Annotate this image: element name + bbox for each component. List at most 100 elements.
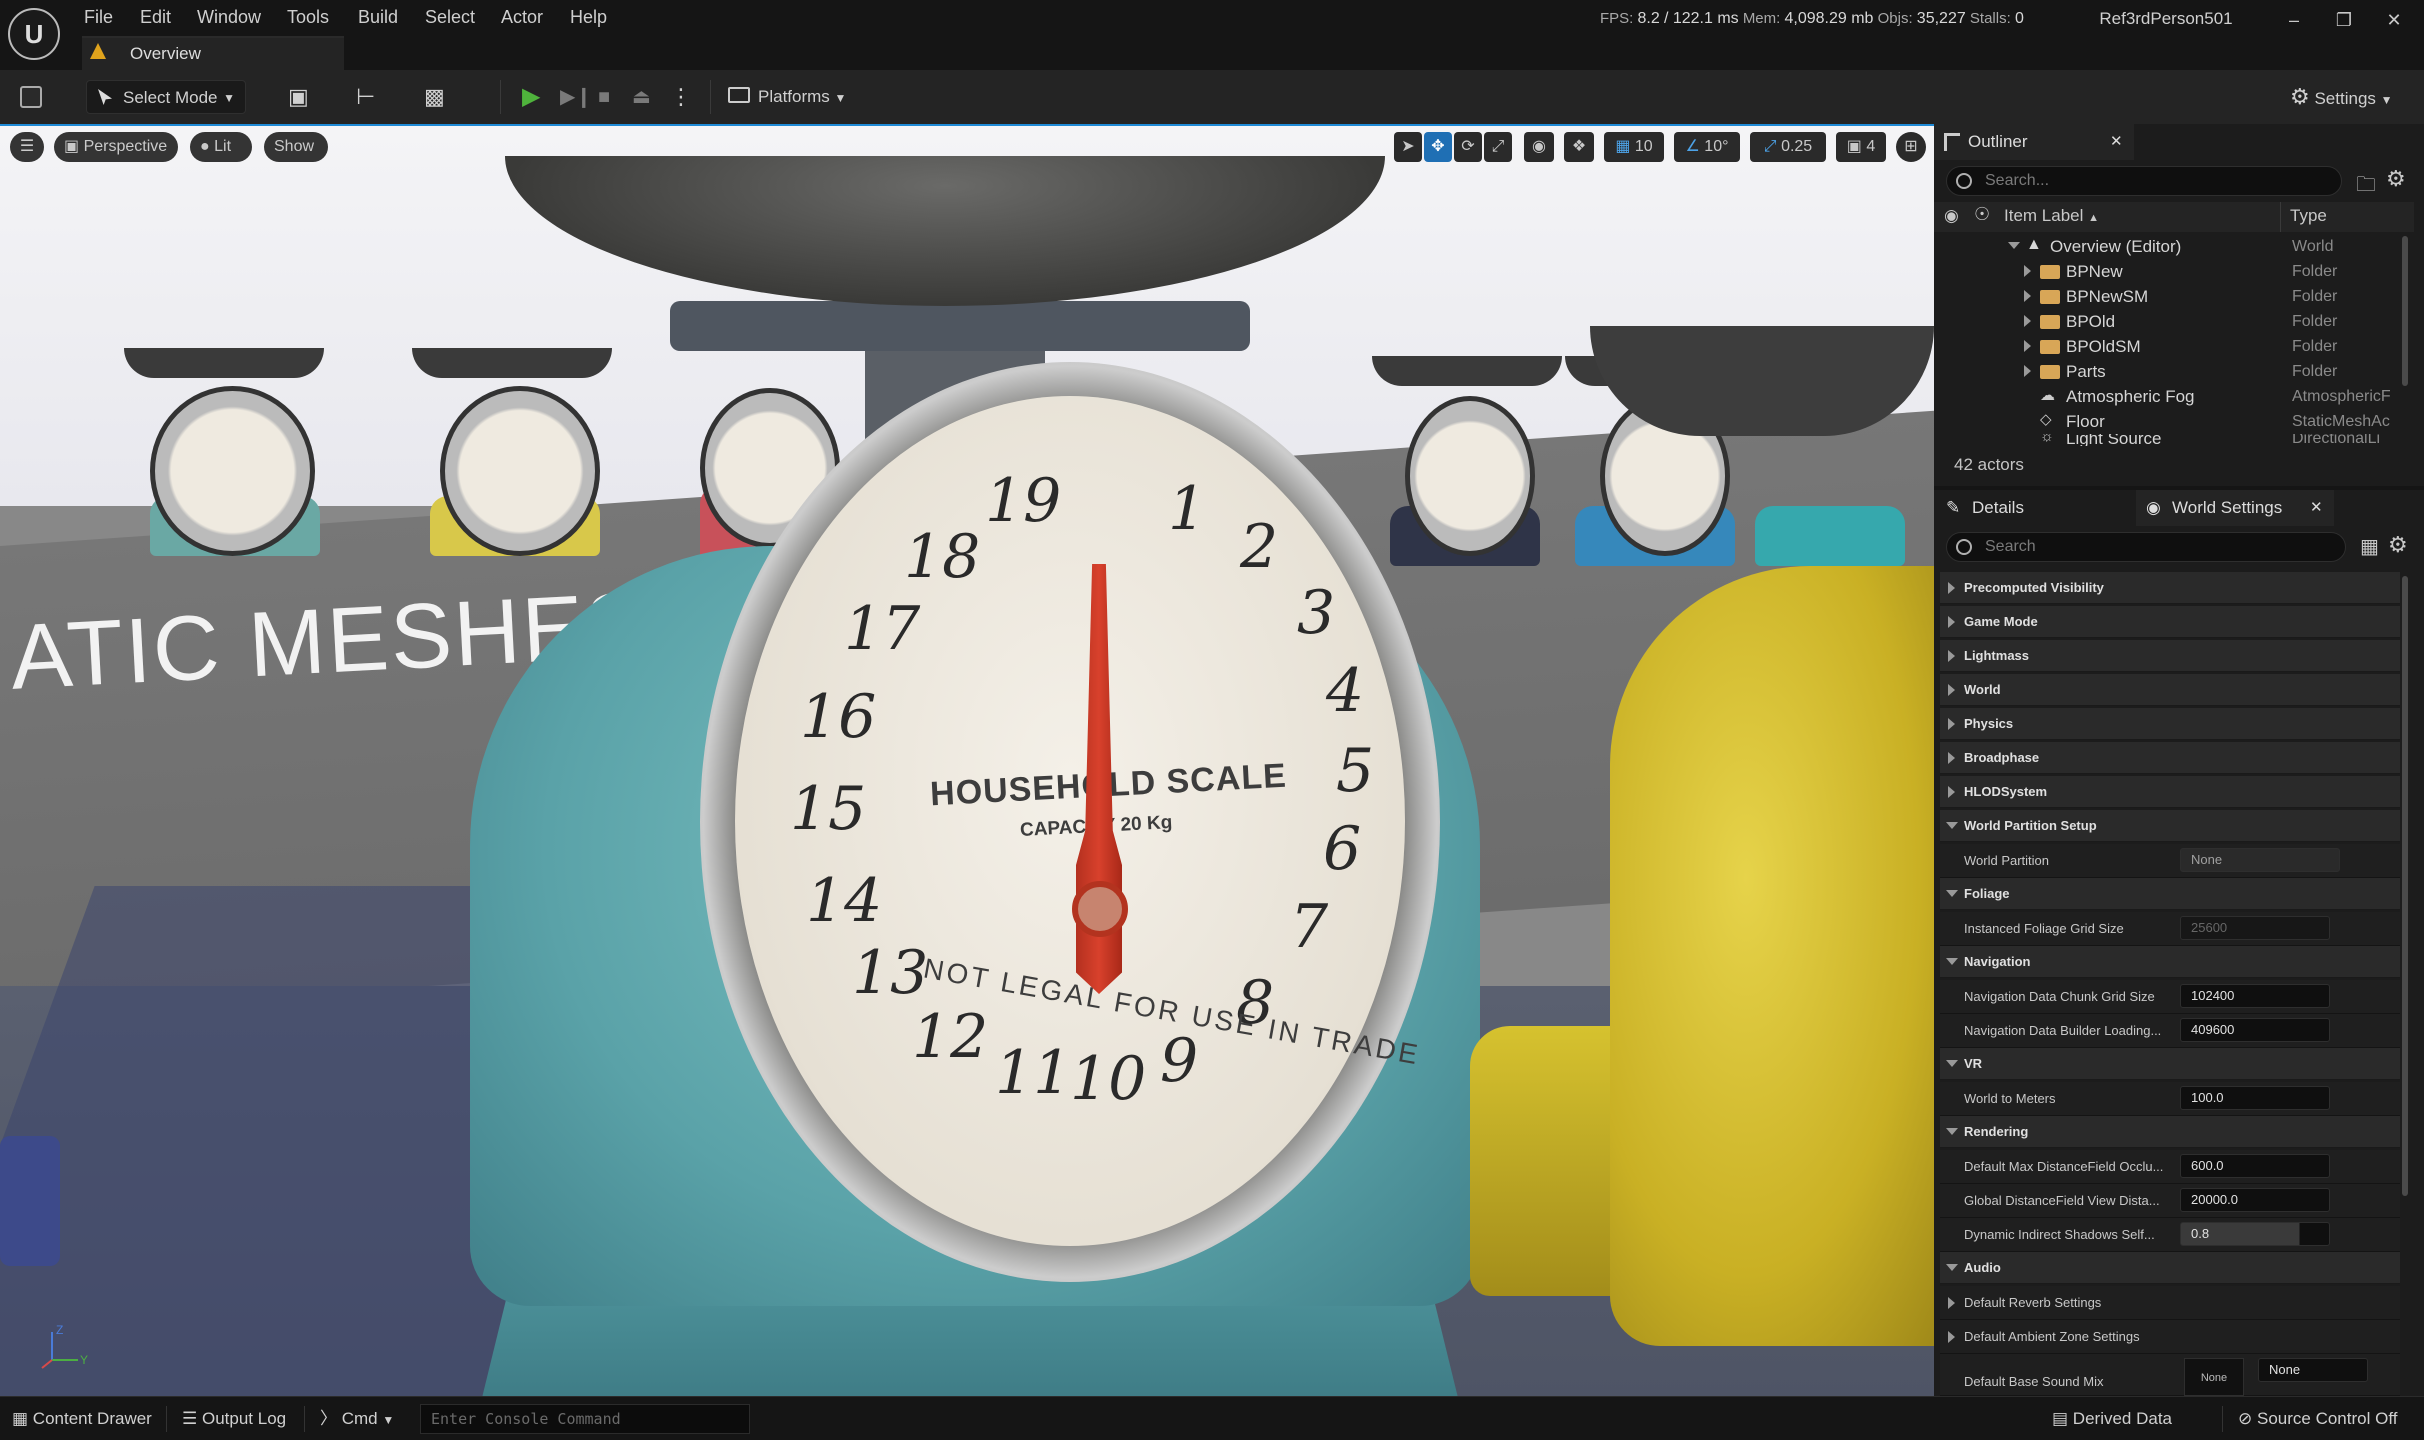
df-view-distance-input[interactable]: 20000.0 — [2180, 1188, 2330, 1212]
category-world[interactable]: World — [1940, 674, 2400, 706]
outliner-search-input[interactable]: Search... — [1946, 166, 2342, 196]
outliner-row-folder[interactable]: BPOldSM — [2066, 334, 2141, 359]
unreal-logo-icon[interactable]: U — [8, 8, 60, 60]
rotation-snap-button[interactable]: ∠ 10° — [1674, 132, 1740, 162]
blueprints-button[interactable]: ⊢ — [356, 80, 404, 114]
advance-frame-button[interactable]: ▶❙ — [560, 80, 592, 114]
menu-tools[interactable]: Tools — [287, 4, 329, 30]
category-physics[interactable]: Physics — [1940, 708, 2400, 740]
menu-build[interactable]: Build — [358, 4, 398, 30]
mini-scale-pan[interactable] — [124, 348, 324, 378]
tab-outliner[interactable]: Outliner ✕ — [1934, 124, 2134, 160]
mini-scale-dial[interactable] — [1405, 396, 1535, 556]
outliner-row-actor[interactable]: Atmospheric Fog — [2066, 384, 2195, 409]
cinematics-button[interactable]: ▩ — [424, 80, 474, 114]
surface-snap-button[interactable]: ❖ — [1564, 132, 1594, 162]
sound-mix-thumbnail[interactable]: None — [2184, 1358, 2244, 1396]
derived-data-button[interactable]: ▤ Derived Data — [2052, 1406, 2172, 1432]
expand-arrow-icon[interactable] — [2024, 315, 2031, 327]
add-folder-icon[interactable]: 🗀 — [2356, 170, 2376, 204]
pin-icon[interactable]: ☉ — [1974, 204, 1990, 225]
platforms-dropdown[interactable]: Platforms ▼ — [728, 80, 858, 114]
rotate-tool-button[interactable]: ⟳ — [1454, 132, 1482, 162]
outliner-row-folder[interactable]: Parts — [2066, 359, 2106, 384]
outliner-row-folder[interactable]: BPNew — [2066, 259, 2123, 284]
mini-scale-pan[interactable] — [412, 348, 612, 378]
lighting-mode-button[interactable]: ● Lit — [190, 132, 252, 162]
content-drawer-button[interactable]: ▦ Content Drawer — [12, 1406, 152, 1432]
output-log-button[interactable]: ☰ Output Log — [182, 1406, 286, 1432]
menu-edit[interactable]: Edit — [140, 4, 171, 30]
column-divider[interactable] — [2280, 202, 2281, 232]
category-lightmass[interactable]: Lightmass — [1940, 640, 2400, 672]
select-tool-button[interactable]: ➤ — [1394, 132, 1422, 162]
show-flags-button[interactable]: Show — [264, 132, 328, 162]
outliner-row-actor[interactable]: Light Source — [2066, 434, 2161, 446]
collapse-arrow-icon[interactable] — [2008, 242, 2020, 249]
nav-chunk-grid-size-input[interactable]: 102400 — [2180, 984, 2330, 1008]
world-to-meters-input[interactable]: 100.0 — [2180, 1086, 2330, 1110]
menu-help[interactable]: Help — [570, 4, 607, 30]
category-world-partition-setup[interactable]: World Partition Setup — [1940, 810, 2400, 842]
table-view-icon[interactable]: ▦ — [2360, 534, 2379, 559]
prop-ambient-zone[interactable]: Default Ambient Zone Settings — [1940, 1320, 2400, 1354]
visibility-eye-icon[interactable]: ◉ — [1944, 206, 1959, 226]
view-mode-button[interactable]: ▣ Perspective — [54, 132, 178, 162]
yellow-scale-body[interactable] — [1610, 566, 1934, 1346]
menu-select[interactable]: Select — [425, 4, 475, 30]
column-type[interactable]: Type — [2290, 206, 2327, 226]
category-hlod-system[interactable]: HLODSystem — [1940, 776, 2400, 808]
viewport-menu-button[interactable]: ☰ — [10, 132, 44, 162]
close-tab-icon[interactable]: ✕ — [2310, 490, 2323, 526]
expand-arrow-icon[interactable] — [2024, 340, 2031, 352]
outliner-row-folder[interactable]: BPNewSM — [2066, 284, 2148, 309]
nav-builder-loading-input[interactable]: 409600 — [2180, 1018, 2330, 1042]
add-actor-button[interactable]: ▣ — [288, 80, 336, 114]
minimize-button[interactable]: – — [2274, 6, 2314, 34]
outliner-row-folder[interactable]: BPOld — [2066, 309, 2115, 334]
expand-arrow-icon[interactable] — [2024, 265, 2031, 277]
select-mode-dropdown[interactable]: Select Mode ▼ — [86, 80, 246, 114]
outliner-row-world[interactable]: Overview (Editor) — [2050, 234, 2181, 259]
level-viewport[interactable]: ATIC MESHES 19 1 2 3 4 5 6 7 8 9 10 11 1… — [0, 124, 1934, 1396]
tab-world-settings[interactable]: ◉ World Settings ✕ — [2136, 490, 2334, 526]
menu-window[interactable]: Window — [197, 4, 261, 30]
stop-button[interactable]: ■ — [598, 80, 610, 114]
mini-scale-base[interactable] — [1755, 506, 1905, 566]
category-game-mode[interactable]: Game Mode — [1940, 606, 2400, 638]
save-icon[interactable] — [20, 86, 42, 108]
blue-object[interactable] — [0, 1136, 60, 1266]
details-scrollbar[interactable] — [2402, 576, 2408, 1196]
eject-button[interactable]: ⏏ — [632, 80, 651, 114]
outliner-scrollbar[interactable] — [2402, 236, 2408, 386]
sound-mix-dropdown[interactable]: None — [2258, 1358, 2368, 1382]
df-occlusion-input[interactable]: 600.0 — [2180, 1154, 2330, 1178]
details-search-input[interactable]: Search — [1946, 532, 2346, 562]
expand-arrow-icon[interactable] — [2024, 365, 2031, 377]
viewport-layout-button[interactable]: ⊞ — [1896, 132, 1926, 162]
menu-actor[interactable]: Actor — [501, 4, 543, 30]
mini-scale-dial[interactable] — [150, 386, 315, 556]
scale-pan-support[interactable] — [670, 301, 1250, 351]
category-navigation[interactable]: Navigation — [1940, 946, 2400, 978]
maximize-button[interactable]: ❐ — [2324, 6, 2364, 34]
camera-speed-button[interactable]: ▣ 4 — [1836, 132, 1886, 162]
mini-scale-dial[interactable] — [440, 386, 600, 556]
play-options-button[interactable]: ⋮ — [670, 80, 692, 114]
scale-snap-button[interactable]: ⤢ 0.25 — [1750, 132, 1826, 162]
close-tab-icon[interactable]: ✕ — [2110, 124, 2123, 160]
category-foliage[interactable]: Foliage — [1940, 878, 2400, 910]
outliner-row-actor[interactable]: Floor — [2066, 409, 2105, 434]
source-control-button[interactable]: ⊘ Source Control Off — [2238, 1406, 2397, 1432]
close-button[interactable]: ✕ — [2374, 6, 2414, 34]
category-vr[interactable]: VR — [1940, 1048, 2400, 1080]
category-audio[interactable]: Audio — [1940, 1252, 2400, 1284]
category-precomputed-visibility[interactable]: Precomputed Visibility — [1940, 572, 2400, 604]
column-item-label[interactable]: Item Label ▲ — [2004, 206, 2099, 226]
world-local-button[interactable]: ◉ — [1524, 132, 1554, 162]
outliner-settings-gear-icon[interactable]: ⚙ — [2386, 166, 2406, 192]
category-broadphase[interactable]: Broadphase — [1940, 742, 2400, 774]
mini-scale-pan[interactable] — [1372, 356, 1562, 386]
tab-details[interactable]: ✎ Details — [1934, 490, 2134, 526]
settings-dropdown[interactable]: ⚙ Settings ▼ — [2290, 80, 2410, 114]
